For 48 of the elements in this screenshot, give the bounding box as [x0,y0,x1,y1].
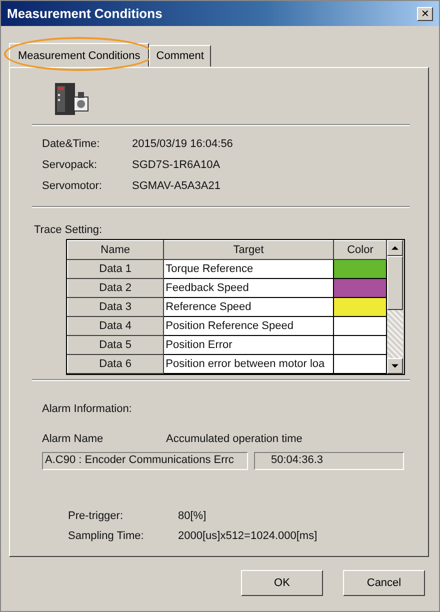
field-value: 80[%] [178,510,208,522]
color-swatch[interactable] [334,298,386,316]
column-header: Name [68,240,164,260]
scrollbar[interactable] [387,240,403,374]
field-value: SGD7S-1R6A10A [132,159,222,171]
table-cell: Reference Speed [163,298,334,316]
scroll-thumb[interactable] [387,256,403,310]
field-value: 2015/03/19 16:04:56 [132,138,234,150]
window-title: Measurement Conditions [7,6,162,21]
section-title: Trace Setting: [34,224,104,236]
color-swatch[interactable] [334,260,386,278]
row-header: Data 2 [68,278,164,298]
scroll-up-icon[interactable] [387,240,403,256]
table-cell: Position error between motor loa [163,354,334,374]
row-header: Data 6 [68,354,164,374]
tab[interactable]: Comment [149,45,211,67]
field-label: Servopack: [42,159,98,171]
section-title: Alarm Information: [42,403,133,415]
row-header: Data 5 [68,336,164,354]
tab[interactable]: Measurement Conditions [9,43,150,67]
scroll-down-icon[interactable] [387,358,403,374]
servo-device-icon [54,82,90,116]
table-cell: Position Reference Speed [163,316,334,336]
color-swatch[interactable] [334,278,386,298]
field-label: Accumulated operation time [166,433,302,445]
row-header: Data 4 [68,316,164,336]
field-label: Date&Time: [42,138,101,150]
field-label: Servomotor: [42,180,103,192]
field-label: Sampling Time: [68,530,145,542]
color-swatch[interactable] [334,336,386,354]
dialog-button[interactable]: Cancel [343,570,425,596]
operation-time-field[interactable]: 50:04:36.3 [254,452,404,470]
alarm-name-field[interactable]: A.C90 : Encoder Communications Errc [42,452,248,470]
field-value: 2000[us]x512=1024.000[ms] [178,530,318,542]
dialog-button[interactable]: OK [241,570,323,596]
field-label: Pre-trigger: [68,510,124,522]
table-cell: Position Error [163,336,334,354]
column-header: Color [334,240,386,260]
field-value: SGMAV-A5A3A21 [132,180,222,192]
column-header: Target [163,240,334,260]
field-label: Alarm Name [42,433,104,445]
row-header: Data 3 [68,298,164,316]
table-cell: Torque Reference [163,260,334,278]
row-header: Data 1 [68,260,164,278]
close-button[interactable]: ✕ [417,6,433,20]
table-cell: Feedback Speed [163,278,334,298]
color-swatch[interactable] [334,316,386,336]
color-swatch[interactable] [334,354,386,374]
